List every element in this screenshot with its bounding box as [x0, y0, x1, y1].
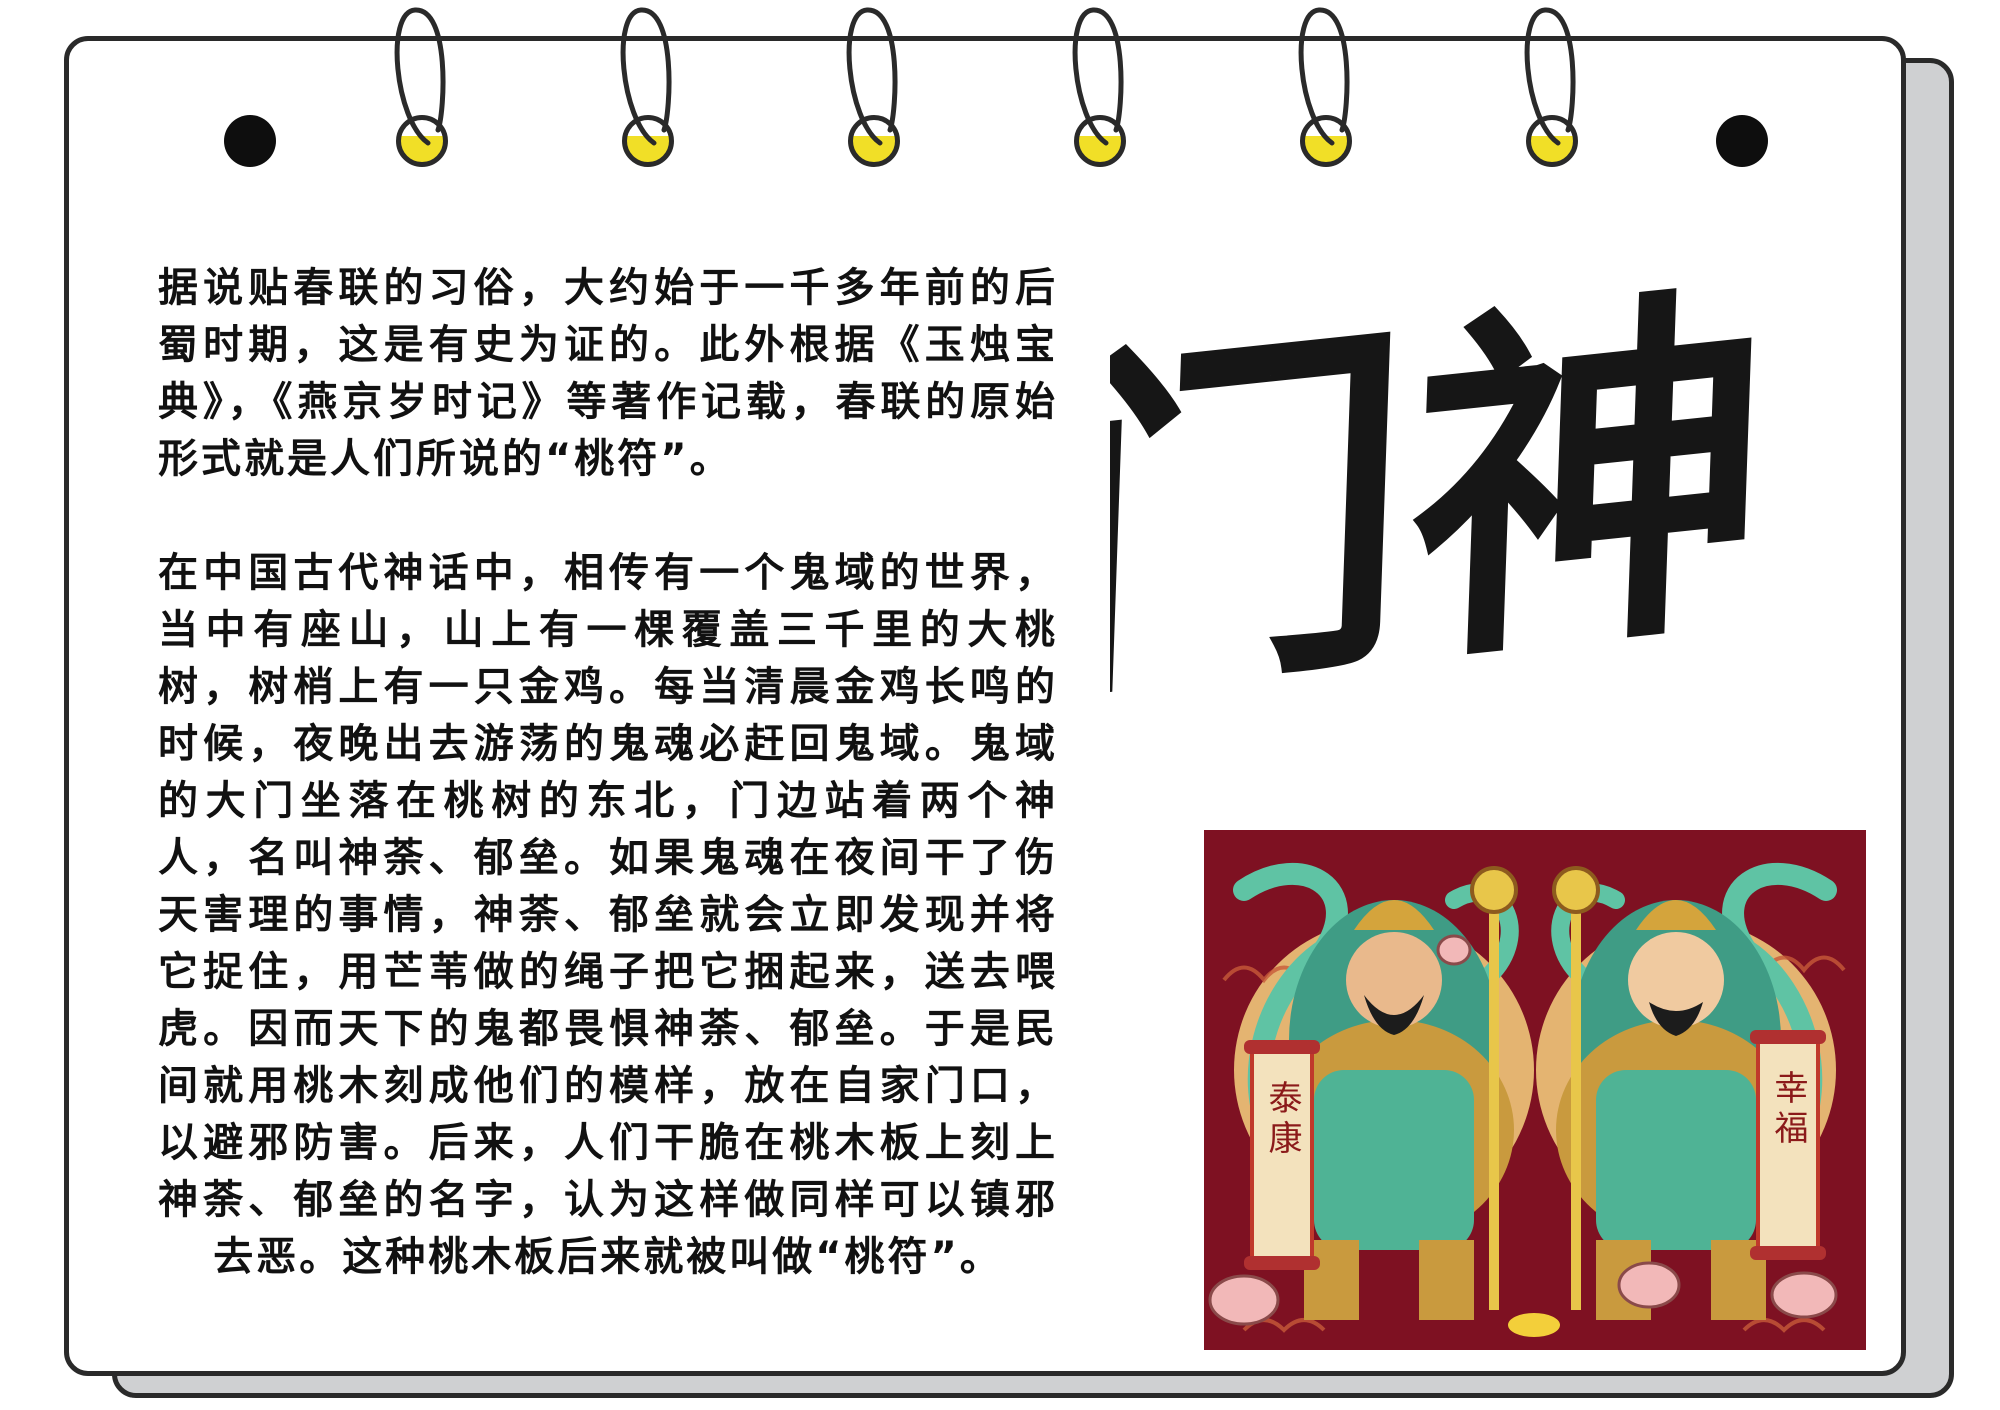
right-scroll-text: 幸福 [1768, 1070, 1808, 1150]
left-door-god: 泰康 [1233, 862, 1519, 1320]
door-gods-illustration: 泰康 幸福 [1204, 830, 1866, 1350]
right-door-god: 幸福 [1551, 862, 1837, 1320]
gold-ingot [1508, 1313, 1560, 1337]
calligraphy-title: 门神 [1110, 248, 1776, 750]
paragraph-spring-couplets: 据说贴春联的习俗，大约始于一千多年前的后蜀时期，这是有史为证的。此外根据《玉烛宝… [158, 265, 1058, 482]
left-scroll-text: 泰康 [1262, 1080, 1302, 1160]
door-gods-artwork: 泰康 幸福 [1208, 862, 1846, 1337]
title-text: 门神 [1110, 248, 1776, 750]
paragraph-ghost-realm-legend: 在中国古代神话中，相传有一个鬼域的世界，当中有座山，山上有一棵覆盖三千里的大桃树… [158, 550, 1058, 1280]
